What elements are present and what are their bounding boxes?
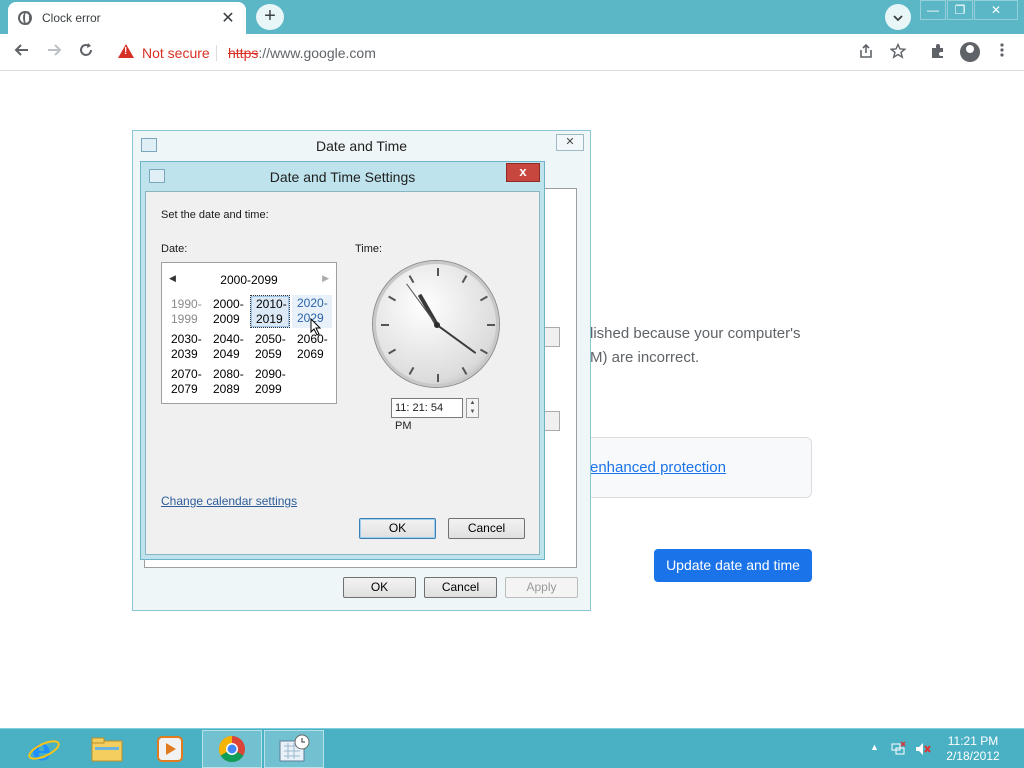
chrome-icon[interactable] bbox=[202, 730, 262, 768]
settings-close-button[interactable]: x bbox=[506, 163, 540, 182]
date-label: Date: bbox=[161, 243, 188, 255]
settings-titlebar: Date and Time Settings x bbox=[141, 162, 544, 191]
chevron-down-icon bbox=[893, 15, 903, 22]
cancel-button[interactable]: Cancel bbox=[424, 577, 497, 598]
reload-icon bbox=[80, 43, 92, 56]
dialog-title: Date and Time bbox=[315, 138, 408, 154]
clock-tick bbox=[461, 275, 468, 284]
mouse-cursor-icon bbox=[310, 318, 322, 336]
browser-toolbar: Not secure https://www.google.com bbox=[0, 34, 1024, 71]
taskbar-date: 2/18/2012 bbox=[946, 749, 1000, 763]
button-fragment[interactable] bbox=[544, 327, 560, 347]
url-scheme: https bbox=[228, 45, 259, 61]
decade-cell[interactable]: 1990- 1999 bbox=[166, 296, 206, 329]
decade-cell[interactable]: 2070- 2079 bbox=[166, 366, 206, 399]
error-line-1: lished because your computer's bbox=[590, 325, 801, 342]
settings-cancel-button[interactable]: Cancel bbox=[448, 518, 525, 539]
globe-icon bbox=[18, 11, 32, 25]
clock-tick bbox=[408, 366, 415, 375]
decade-cell-selected[interactable]: 2010- 2019 bbox=[250, 295, 290, 328]
clock-center bbox=[434, 322, 440, 328]
change-calendar-settings-link[interactable]: Change calendar settings bbox=[161, 494, 297, 508]
decade-cell[interactable]: 2050- 2059 bbox=[250, 331, 290, 364]
warning-icon bbox=[118, 44, 134, 58]
reload-button[interactable] bbox=[74, 41, 98, 65]
close-window-button[interactable]: ✕ bbox=[974, 0, 1018, 20]
more-menu-icon[interactable] bbox=[992, 43, 1012, 63]
url-host: ://www.google.com bbox=[258, 45, 376, 61]
tab-title: Clock error bbox=[42, 11, 101, 25]
clock-tick bbox=[388, 348, 397, 355]
time-label: Time: bbox=[355, 243, 383, 255]
new-tab-button[interactable]: + bbox=[256, 4, 284, 30]
decade-cell[interactable]: 2090- 2099 bbox=[250, 366, 290, 399]
calendar-next-icon[interactable]: ▶ bbox=[322, 273, 329, 284]
clock-tick bbox=[479, 295, 488, 302]
time-spinner[interactable]: ▲ ▼ bbox=[466, 398, 479, 418]
tab-close-icon[interactable]: ✕ bbox=[220, 8, 236, 28]
settings-ok-button[interactable]: OK bbox=[359, 518, 436, 539]
internet-explorer-icon[interactable]: e bbox=[16, 730, 76, 768]
taskbar: e ▲ 11:21 PM 2/18/2012 bbox=[0, 728, 1024, 768]
decade-cell[interactable]: 2000- 2009 bbox=[208, 296, 248, 329]
share-icon[interactable] bbox=[856, 43, 876, 63]
security-label[interactable]: Not secure bbox=[142, 45, 210, 61]
second-hand bbox=[406, 283, 437, 326]
media-player-icon[interactable] bbox=[140, 730, 200, 768]
clock-tick bbox=[408, 275, 415, 284]
apply-button[interactable]: Apply bbox=[505, 577, 578, 598]
omnibox-divider bbox=[216, 45, 217, 61]
time-input[interactable]: 11: 21: 54 PM bbox=[391, 398, 463, 432]
back-button[interactable] bbox=[10, 41, 34, 65]
browser-tab[interactable]: Clock error ✕ bbox=[8, 2, 246, 34]
volume-muted-icon[interactable] bbox=[914, 741, 932, 757]
enhanced-protection-link[interactable]: enhanced protection bbox=[590, 459, 726, 476]
analog-clock bbox=[373, 261, 499, 387]
arrow-left-icon bbox=[14, 44, 28, 56]
profile-avatar-icon[interactable] bbox=[960, 42, 980, 62]
restore-button[interactable]: ❐ bbox=[947, 0, 973, 20]
minute-hand bbox=[436, 324, 477, 355]
file-explorer-icon[interactable] bbox=[78, 730, 138, 768]
dialog-close-button[interactable]: ✕ bbox=[556, 134, 584, 151]
clock-tick bbox=[437, 268, 439, 276]
decade-cell[interactable]: 2030- 2039 bbox=[166, 331, 206, 364]
window-controls: — ❐ ✕ bbox=[919, 0, 1018, 20]
url-text[interactable]: https://www.google.com bbox=[228, 45, 376, 61]
clock-tick bbox=[487, 324, 495, 326]
tab-search-button[interactable] bbox=[885, 4, 911, 30]
clock-tick bbox=[437, 374, 439, 382]
clock-tick bbox=[479, 348, 488, 355]
show-hidden-icons[interactable]: ▲ bbox=[870, 742, 879, 752]
error-line-2: M) are incorrect. bbox=[590, 349, 700, 366]
button-fragment[interactable] bbox=[544, 411, 560, 431]
arrow-right-icon bbox=[48, 44, 62, 56]
bookmark-star-icon[interactable] bbox=[888, 42, 908, 63]
system-clock[interactable]: 11:21 PM 2/18/2012 bbox=[938, 734, 1008, 764]
decade-cell[interactable]: 2040- 2049 bbox=[208, 331, 248, 364]
ok-button[interactable]: OK bbox=[343, 577, 416, 598]
address-bar[interactable]: Not secure https://www.google.com bbox=[108, 38, 918, 68]
dialog-titlebar: Date and Time ✕ bbox=[133, 131, 590, 161]
clock-tick bbox=[388, 295, 397, 302]
extensions-icon[interactable] bbox=[928, 43, 948, 63]
clock-tick bbox=[381, 324, 389, 326]
decade-cell[interactable]: 2080- 2089 bbox=[208, 366, 248, 399]
settings-title: Date and Time Settings bbox=[269, 169, 416, 185]
instruction-label: Set the date and time: bbox=[161, 209, 269, 221]
calendar-header[interactable]: 2000-2099 bbox=[162, 273, 336, 287]
minimize-button[interactable]: — bbox=[920, 0, 946, 20]
calendar-century-view: ◀ 2000-2099 ▶ 1990- 1999 2000- 2009 2010- 2… bbox=[161, 262, 337, 404]
network-icon[interactable] bbox=[890, 741, 906, 757]
update-date-time-button[interactable]: Update date and time bbox=[654, 549, 812, 582]
settings-body: Set the date and time: Date: Time: ◀ 200… bbox=[145, 191, 540, 555]
date-time-control-panel-icon[interactable] bbox=[264, 730, 324, 768]
taskbar-time: 11:21 PM bbox=[947, 734, 999, 748]
error-message: lished because your computer's M) are in… bbox=[590, 322, 830, 370]
forward-button[interactable] bbox=[42, 41, 66, 65]
tab-strip: Clock error ✕ + — ❐ ✕ bbox=[0, 0, 1024, 34]
date-time-settings-dialog: Date and Time Settings x Set the date an… bbox=[140, 161, 545, 560]
clock-tick bbox=[461, 366, 468, 375]
